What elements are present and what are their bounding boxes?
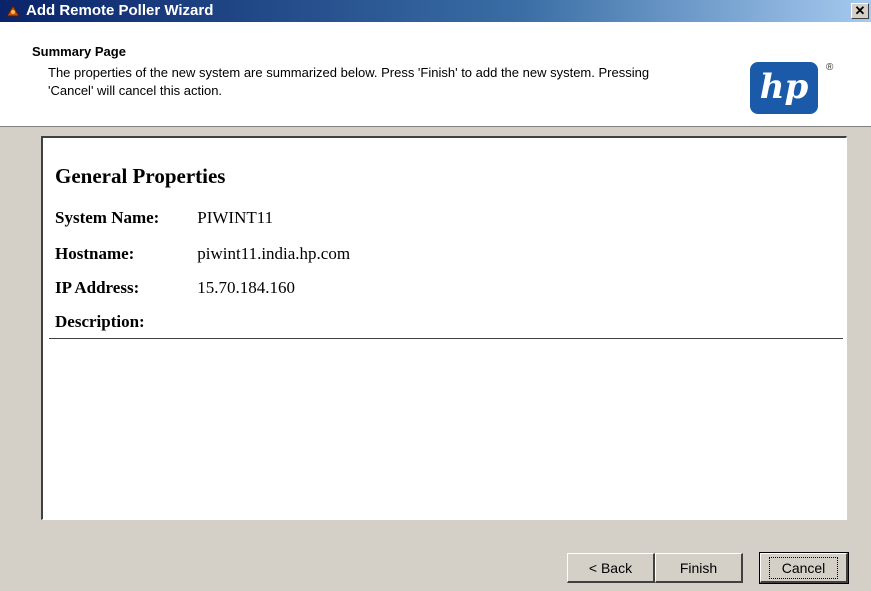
summary-panel[interactable]: General Properties System Name: PIWINT11… <box>41 136 847 520</box>
property-row-hostname: Hostname: piwint11.india.hp.com <box>55 244 350 264</box>
property-label: IP Address: <box>55 278 140 297</box>
close-button[interactable]: ✕ <box>851 3 869 19</box>
property-value: PIWINT11 <box>197 208 274 227</box>
window-title: Add Remote Poller Wizard <box>26 2 214 19</box>
cancel-button-label: Cancel <box>768 557 839 579</box>
back-button[interactable]: < Back <box>567 553 655 583</box>
title-bar[interactable]: Add Remote Poller Wizard ✕ <box>0 0 871 22</box>
property-label: System Name: <box>55 208 160 227</box>
close-icon: ✕ <box>854 3 866 18</box>
property-row-description: Description: <box>55 312 197 332</box>
wizard-app-icon <box>6 5 20 17</box>
property-value: 15.70.184.160 <box>197 278 295 297</box>
page-description: The properties of the new system are sum… <box>48 65 650 98</box>
divider <box>49 338 843 339</box>
property-label: Description: <box>55 312 145 331</box>
hp-logo-mark: hp <box>750 62 818 114</box>
hp-logo: hp ® invent <box>742 44 862 140</box>
wizard-header: Summary Page The properties of the new s… <box>0 22 871 140</box>
registered-mark: ® <box>826 62 834 73</box>
page-title: Summary Page <box>32 44 126 59</box>
property-row-system-name: System Name: PIWINT11 <box>55 208 273 228</box>
section-title: General Properties <box>55 164 226 188</box>
property-label: Hostname: <box>55 244 135 263</box>
cancel-button[interactable]: Cancel <box>759 552 849 584</box>
property-row-ip-address: IP Address: 15.70.184.160 <box>55 278 295 298</box>
property-value: piwint11.india.hp.com <box>197 244 351 263</box>
finish-button[interactable]: Finish <box>655 553 743 583</box>
